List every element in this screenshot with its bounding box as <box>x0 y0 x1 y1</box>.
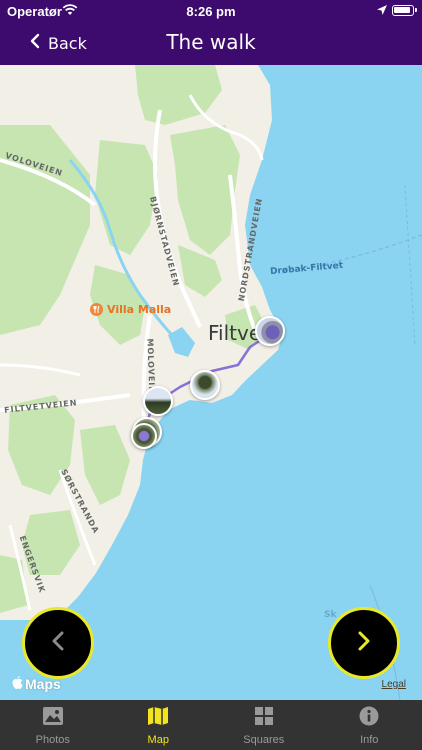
status-bar: Operatør 8:26 pm <box>0 0 422 22</box>
navigation-bar: Back The walk <box>0 22 422 65</box>
photo-pin-5[interactable] <box>131 423 157 449</box>
apple-maps-logo: Maps <box>12 676 61 692</box>
tab-label-info: Info <box>360 734 379 746</box>
back-button[interactable]: Back <box>30 33 87 53</box>
location-arrow-icon <box>376 4 388 19</box>
info-icon <box>359 706 379 731</box>
grid-icon <box>254 706 274 731</box>
apple-logo-icon <box>12 676 23 692</box>
tab-info[interactable]: Info <box>317 700 422 750</box>
photo-pin-3[interactable] <box>143 386 173 416</box>
legal-link[interactable]: Legal <box>382 679 406 690</box>
water-label-sk: Sk <box>324 610 337 620</box>
photo-pin-1[interactable] <box>255 316 285 346</box>
tab-bar: Photos Map Squares Info <box>0 700 422 750</box>
photo-pin-2[interactable] <box>190 370 220 400</box>
maps-logo-text: Maps <box>25 676 61 692</box>
status-time: 8:26 pm <box>186 4 236 19</box>
tab-squares[interactable]: Squares <box>211 700 317 750</box>
photo-icon <box>42 706 64 731</box>
battery-icon <box>392 5 417 16</box>
poi-label-villa-malla: Villa Malla <box>107 303 172 316</box>
map-view[interactable]: VOLOVEIEN BJØRNSTADVEIEN NORDSTRANDVEIEN… <box>0 65 422 700</box>
restaurant-pin-icon <box>90 303 103 316</box>
tab-label-map: Map <box>147 734 169 746</box>
previous-button[interactable] <box>22 607 94 679</box>
tab-map[interactable]: Map <box>106 700 212 750</box>
tab-label-squares: Squares <box>243 734 285 746</box>
chevron-left-icon <box>50 630 66 657</box>
chevron-right-icon <box>356 630 372 657</box>
next-button[interactable] <box>328 607 400 679</box>
map-icon <box>147 706 169 731</box>
tab-label-photos: Photos <box>35 734 70 746</box>
poi-villa-malla[interactable]: Villa Malla <box>90 303 171 316</box>
back-label: Back <box>48 33 87 53</box>
tab-photos[interactable]: Photos <box>0 700 106 750</box>
chevron-left-icon <box>30 33 40 53</box>
